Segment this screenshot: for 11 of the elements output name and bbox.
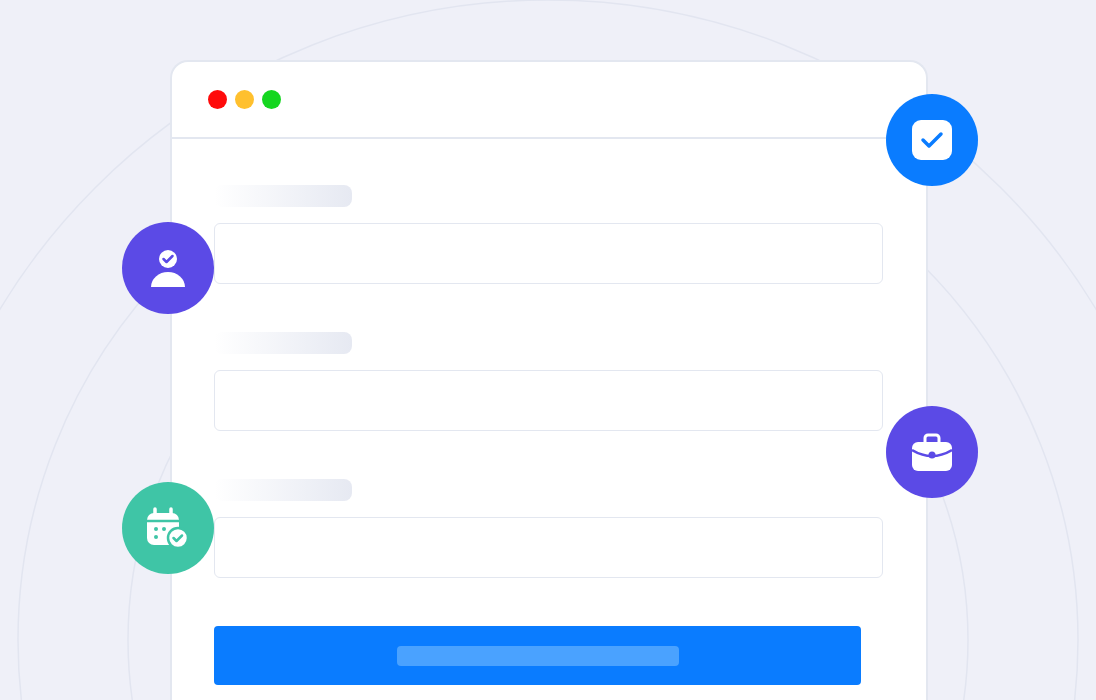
input-field[interactable] <box>214 370 883 431</box>
window-control-dot[interactable] <box>262 90 281 109</box>
submit-button[interactable] <box>214 626 861 685</box>
input-field[interactable] <box>214 517 883 578</box>
briefcase-icon <box>912 433 952 471</box>
window-control-dot[interactable] <box>235 90 254 109</box>
person-check-icon <box>151 249 185 287</box>
window-control-dot[interactable] <box>208 90 227 109</box>
checkbox-icon <box>912 120 952 160</box>
input-field[interactable] <box>214 223 883 284</box>
calendar-check-icon <box>147 507 189 549</box>
